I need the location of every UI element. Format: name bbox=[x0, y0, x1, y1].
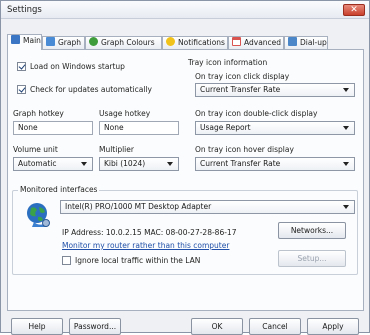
adapter-dropdown[interactable]: Intel(R) PRO/1000 MT Desktop Adapter bbox=[60, 200, 355, 214]
graph-hotkey-label: Graph hotkey bbox=[13, 109, 64, 118]
close-button[interactable]: ✕ bbox=[343, 4, 365, 16]
adapter-value: Intel(R) PRO/1000 MT Desktop Adapter bbox=[65, 202, 212, 211]
load-on-startup-checkbox[interactable] bbox=[17, 62, 26, 71]
load-on-startup-label: Load on Windows startup bbox=[30, 62, 125, 71]
check-updates-checkbox[interactable] bbox=[17, 85, 26, 94]
setup-button[interactable]: Setup... bbox=[278, 250, 346, 267]
tray-click-label: On tray icon click display bbox=[195, 72, 290, 81]
cancel-button[interactable]: Cancel bbox=[249, 318, 301, 335]
window-title: Settings bbox=[7, 5, 42, 15]
tab-advanced-label: Advanced bbox=[244, 38, 282, 47]
ip-mac-info: IP Address: 10.0.2.15 MAC: 08-00-27-28-8… bbox=[62, 228, 237, 237]
tab-notifications[interactable]: Notifications bbox=[162, 36, 228, 49]
tray-hover-dropdown[interactable]: Current Transfer Rate bbox=[195, 157, 355, 171]
chevron-down-icon bbox=[343, 88, 349, 92]
tray-hover-label: On tray icon hover display bbox=[195, 145, 294, 154]
modem-tab-icon bbox=[288, 37, 297, 46]
tray-click-dropdown[interactable]: Current Transfer Rate bbox=[195, 83, 355, 97]
check-updates-label: Check for updates automatically bbox=[30, 85, 152, 94]
ignore-local-label: Ignore local traffic within the LAN bbox=[75, 256, 201, 265]
tab-notifications-label: Notifications bbox=[178, 38, 225, 47]
tab-main[interactable]: Main bbox=[7, 34, 42, 50]
tab-dial-up-label: Dial-up bbox=[300, 38, 327, 47]
main-tab-icon bbox=[11, 35, 20, 44]
graph-hotkey-field[interactable]: None bbox=[13, 121, 93, 135]
volume-unit-value: Automatic bbox=[18, 159, 57, 168]
chevron-down-icon bbox=[343, 205, 349, 209]
chevron-down-icon bbox=[167, 162, 173, 166]
ok-button[interactable]: OK bbox=[191, 318, 243, 335]
chevron-down-icon bbox=[81, 162, 87, 166]
monitored-interfaces-heading: Monitored interfaces bbox=[18, 185, 100, 194]
tab-main-label: Main bbox=[23, 36, 41, 45]
tab-graph-colours[interactable]: Graph Colours bbox=[85, 36, 162, 49]
tab-graph[interactable]: Graph bbox=[42, 36, 85, 49]
tray-click-value: Current Transfer Rate bbox=[200, 85, 281, 94]
palette-tab-icon bbox=[89, 37, 98, 46]
monitor-router-link[interactable]: Monitor my router rather than this compu… bbox=[62, 241, 229, 250]
main-tab-panel: Load on Windows startup Check for update… bbox=[7, 49, 364, 311]
apply-button[interactable]: Apply bbox=[307, 318, 359, 335]
tray-double-click-label: On tray icon double-click display bbox=[195, 109, 318, 118]
volume-unit-dropdown[interactable]: Automatic bbox=[13, 157, 93, 171]
multiplier-label: Multiplier bbox=[99, 145, 134, 154]
multiplier-value: Kibi (1024) bbox=[104, 159, 146, 168]
network-globe-icon bbox=[27, 203, 50, 227]
settings-window: Settings ✕ Main Graph Graph Colours Noti… bbox=[0, 0, 370, 335]
calendar-tab-icon bbox=[232, 37, 241, 46]
tray-double-click-dropdown[interactable]: Usage Report bbox=[195, 121, 355, 135]
usage-hotkey-field[interactable]: None bbox=[99, 121, 179, 135]
title-bar: Settings ✕ bbox=[1, 1, 369, 19]
bulb-tab-icon bbox=[166, 37, 175, 46]
graph-tab-icon bbox=[46, 37, 55, 46]
tray-info-heading: Tray icon information bbox=[188, 58, 268, 67]
chevron-down-icon bbox=[343, 162, 349, 166]
volume-unit-label: Volume unit bbox=[13, 145, 58, 154]
tab-graph-colours-label: Graph Colours bbox=[101, 38, 155, 47]
tab-advanced[interactable]: Advanced bbox=[228, 36, 284, 49]
tab-dial-up[interactable]: Dial-up bbox=[284, 36, 328, 49]
help-button[interactable]: Help bbox=[11, 318, 63, 335]
multiplier-dropdown[interactable]: Kibi (1024) bbox=[99, 157, 179, 171]
usage-hotkey-label: Usage hotkey bbox=[99, 109, 151, 118]
tray-double-click-value: Usage Report bbox=[200, 123, 251, 132]
chevron-down-icon bbox=[343, 126, 349, 130]
ignore-local-checkbox[interactable] bbox=[62, 256, 71, 265]
networks-button[interactable]: Networks... bbox=[278, 222, 346, 239]
password-button[interactable]: Password... bbox=[69, 318, 121, 335]
tray-hover-value: Current Transfer Rate bbox=[200, 159, 281, 168]
tab-graph-label: Graph bbox=[58, 38, 82, 47]
